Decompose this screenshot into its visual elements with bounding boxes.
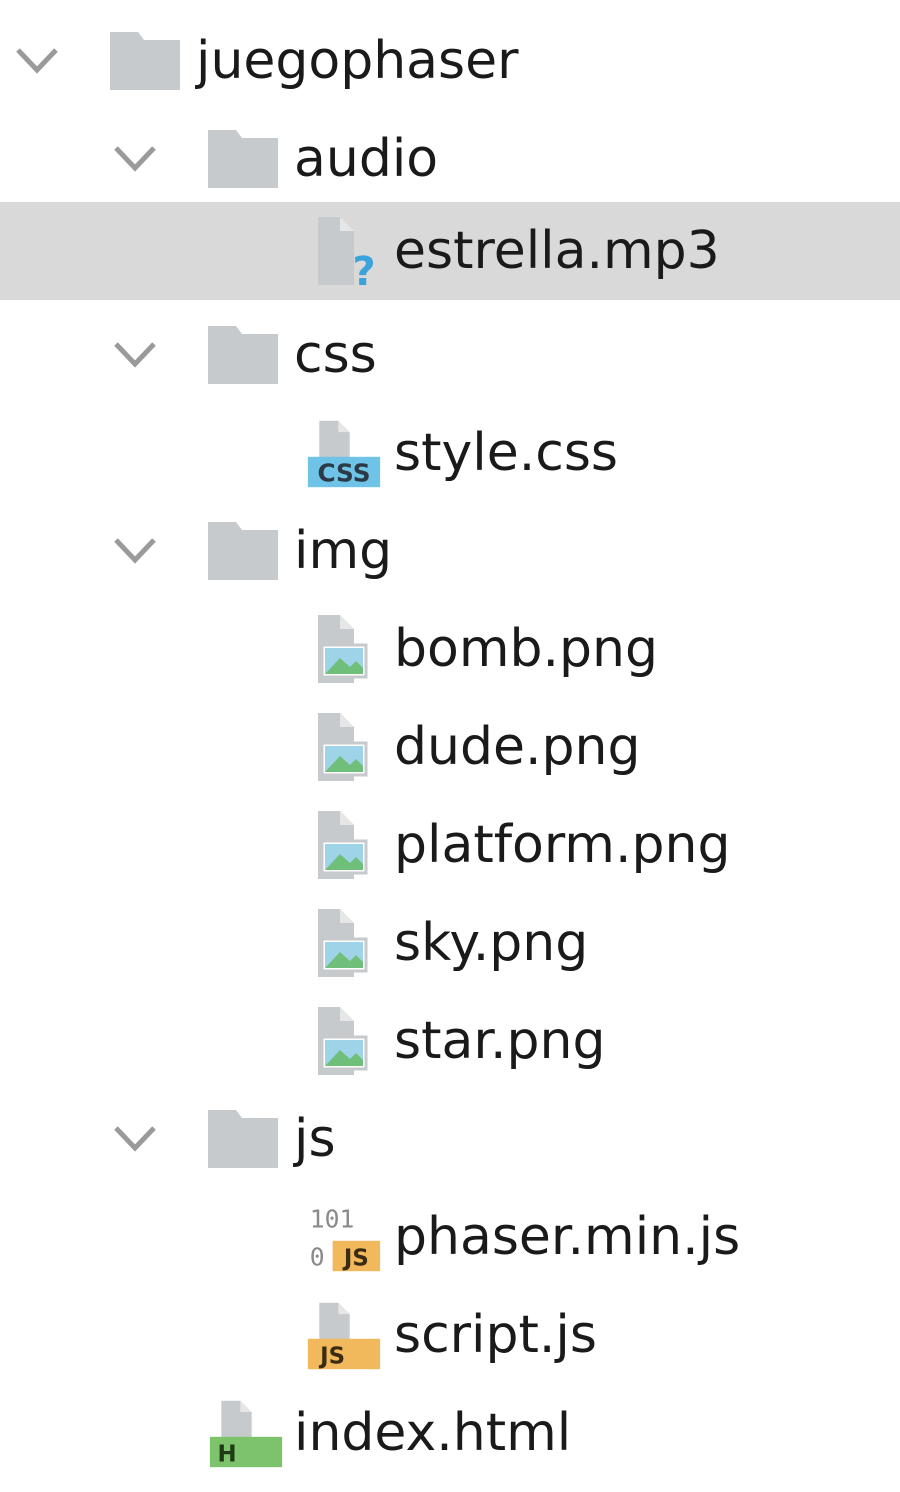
tree-item-index-html[interactable]: H index.html [0,1384,900,1482]
tree-item-label: sky.png [394,913,589,973]
chevron-down-icon[interactable] [110,138,160,178]
tree-item-img[interactable]: img [0,502,900,600]
tree-item-label: phaser.min.js [394,1207,741,1267]
binary-js-file-icon: 101 0 JS [310,1205,381,1272]
tree-item-label: platform.png [394,815,731,875]
tree-item-phaser-min-js[interactable]: 101 0 JS phaser.min.js [0,1188,900,1286]
svg-text:CSS: CSS [317,459,370,488]
chevron-down-icon[interactable] [110,530,160,570]
tree-item-style-css[interactable]: CSS style.css [0,404,900,502]
tree-item-audio[interactable]: audio [0,110,900,208]
tree-item-star-png[interactable]: star.png [0,992,900,1090]
css-file-icon: CSS [307,420,381,488]
svg-text:0: 0 [310,1243,325,1272]
tree-item-bomb-png[interactable]: bomb.png [0,600,900,698]
chevron-down-icon[interactable] [110,1118,160,1158]
folder-icon [208,326,278,384]
folder-icon [110,32,180,90]
chevron-down-icon[interactable] [12,40,62,80]
tree-item-label: img [294,521,393,581]
image-file-icon [318,615,368,683]
js-file-icon: JS [307,1302,381,1370]
tree-item-label: index.html [294,1403,572,1463]
tree-item-label: estrella.mp3 [394,221,720,281]
folder-icon [208,130,278,188]
tree-item-script-js[interactable]: JS script.js [0,1286,900,1384]
tree-item-label: css [294,325,377,385]
tree-item-js[interactable]: js [0,1090,900,1188]
svg-text:JS: JS [342,1246,369,1272]
tree-item-label: audio [294,129,439,189]
tree-item-dude-png[interactable]: dude.png [0,698,900,796]
folder-icon [208,1110,278,1168]
image-file-icon [318,909,368,977]
tree-item-label: dude.png [394,717,641,777]
tree-item-label: bomb.png [394,619,658,679]
tree-item-label: script.js [394,1305,597,1365]
chevron-down-icon[interactable] [110,334,160,374]
image-file-icon [318,811,368,879]
image-file-icon [318,1007,368,1075]
image-file-icon [318,713,368,781]
tree-item-juegophaser[interactable]: juegophaser [0,12,900,110]
html-file-icon: H [209,1400,283,1468]
tree-item-sky-png[interactable]: sky.png [0,894,900,992]
tree-item-css[interactable]: css [0,306,900,404]
tree-item-label: star.png [394,1011,606,1071]
svg-text:JS: JS [318,1344,345,1370]
project-tree: juegophaser audio ? estrella.mp3 css CSS… [0,0,900,1492]
svg-text:H: H [217,1442,236,1468]
tree-item-label: style.css [394,423,618,483]
unknown-file-icon: ? [318,217,376,289]
tree-item-label: js [294,1109,336,1169]
svg-text:101: 101 [310,1205,355,1234]
tree-item-label: juegophaser [196,31,519,91]
folder-icon [208,522,278,580]
tree-item-platform-png[interactable]: platform.png [0,796,900,894]
svg-text:?: ? [352,249,375,289]
tree-item-estrella-mp3[interactable]: ? estrella.mp3 [0,202,900,300]
